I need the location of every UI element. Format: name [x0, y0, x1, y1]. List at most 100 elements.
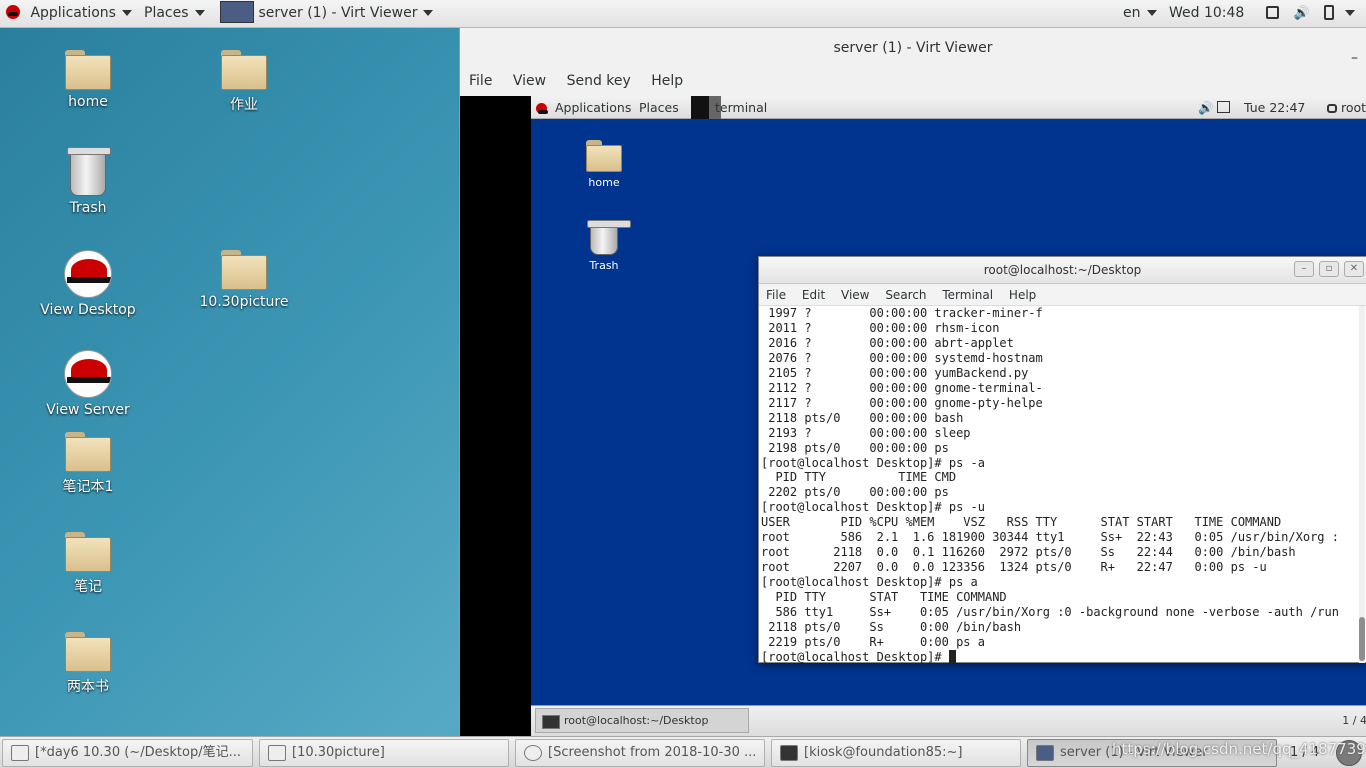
terminal-line: 2202 pts/0 00:00:00 ps	[761, 485, 949, 500]
task-screenshot[interactable]: [Screenshot from 2018-10-30 ...	[515, 739, 765, 767]
language-menu[interactable]: en	[1123, 5, 1157, 21]
desktop-icon-label: 10.30picture	[199, 294, 289, 310]
guest-desktop-icon-home[interactable]: home	[564, 140, 644, 189]
image-viewer-icon	[524, 745, 542, 761]
guest-terminal-menu[interactable]: terminal	[691, 96, 768, 119]
terminal-line: 2011 ? 00:00:00 rhsm-icon	[761, 320, 1000, 335]
applications-label: Applications	[30, 5, 116, 21]
language-label: en	[1123, 5, 1141, 21]
minimize-icon[interactable]: –	[1294, 261, 1314, 277]
desktop-icon-label: 笔记	[74, 579, 102, 595]
virt-viewer-window: server (1) - Virt Viewer – File View Sen…	[459, 28, 1366, 736]
virt-viewer-titlebar[interactable]: server (1) - Virt Viewer –	[460, 28, 1366, 68]
desktop-icon-homework[interactable]: 作业	[184, 50, 304, 114]
guest-user-menu[interactable]: root	[1327, 100, 1366, 115]
chevron-down-icon	[1344, 10, 1355, 16]
terminal-line: [root@localhost Desktop]# ps -a	[761, 455, 985, 470]
scrollbar-thumb[interactable]	[1359, 617, 1365, 661]
guest-workspace-indicator[interactable]: 1 / 4	[1342, 714, 1366, 727]
guest-task-terminal[interactable]: root@localhost:~/Desktop	[535, 708, 749, 733]
menu-view[interactable]: View	[513, 68, 546, 95]
clock[interactable]: Wed 10:48	[1169, 5, 1244, 21]
terminal-line: root 586 2.1 1.6 181900 30344 tty1 Ss+ 2…	[761, 530, 1339, 545]
terminal-line: 2198 pts/0 00:00:00 ps	[761, 440, 949, 455]
places-label: Places	[144, 5, 189, 21]
guest-desktop-icon-label: Trash	[589, 259, 619, 272]
redhat-icon	[64, 350, 112, 398]
desktop-icon-view-desktop[interactable]: View Desktop	[28, 250, 148, 318]
terminal-menu-view[interactable]: View	[841, 284, 869, 306]
terminal-menu-terminal[interactable]: Terminal	[942, 284, 993, 306]
guest-volume-icon[interactable]: 🔊	[1198, 100, 1214, 116]
desktop-icon-home[interactable]: home	[28, 50, 148, 110]
menu-help[interactable]: Help	[651, 68, 683, 95]
task-label: [*day6 10.30 (~/Desktop/笔记...	[35, 745, 241, 760]
terminal-menu-search[interactable]: Search	[885, 284, 926, 306]
terminal-window[interactable]: root@localhost:~/Desktop – ▫ ✕ File Edit…	[758, 256, 1366, 663]
desktop-icon-view-server[interactable]: View Server	[28, 350, 148, 418]
guest-places-menu[interactable]: Places	[639, 100, 679, 115]
terminal-line: [root@localhost Desktop]# ps a	[761, 575, 978, 590]
active-window-menu[interactable]: server (1) - Virt Viewer	[220, 1, 434, 23]
active-window-label: server (1) - Virt Viewer	[258, 5, 418, 21]
virt-viewer-icon	[1036, 745, 1054, 761]
guest-desktop-icon-trash[interactable]: Trash	[564, 220, 644, 272]
guest-letterbox	[460, 96, 531, 736]
terminal-titlebar[interactable]: root@localhost:~/Desktop – ▫ ✕	[759, 257, 1366, 284]
guest-terminal-label: terminal	[715, 100, 768, 115]
task-1030picture[interactable]: [10.30picture]	[259, 739, 509, 767]
task-gedit[interactable]: [*day6 10.30 (~/Desktop/笔记...	[2, 739, 253, 767]
close-icon[interactable]: ✕	[1344, 261, 1364, 277]
user-icon	[1327, 104, 1337, 113]
text-editor-icon	[11, 745, 29, 761]
guest-user-label: root	[1340, 100, 1366, 115]
desktop-icon-notebook1[interactable]: 笔记本1	[28, 432, 148, 496]
chevron-down-icon	[194, 10, 205, 16]
terminal-line: 2112 ? 00:00:00 gnome-terminal-	[761, 380, 1043, 395]
menu-file[interactable]: File	[469, 68, 492, 95]
terminal-output[interactable]: 1997 ? 00:00:00 tracker-miner-f 2011 ? 0…	[759, 306, 1359, 663]
task-label: [kiosk@foundation85:~]	[804, 745, 963, 760]
terminal-line: 2016 ? 00:00:00 abrt-applet	[761, 335, 1014, 350]
menu-send-key[interactable]: Send key	[567, 68, 631, 95]
desktop-icon-label: 笔记本1	[62, 479, 114, 495]
task-terminal[interactable]: [kiosk@foundation85:~]	[771, 739, 1021, 767]
guest-clock-label: Tue 22:47	[1244, 100, 1306, 115]
folder-icon	[65, 532, 111, 572]
terminal-line: 2193 ? 00:00:00 sleep	[761, 425, 971, 440]
guest-desktop-icon-label: home	[588, 176, 620, 189]
terminal-line: root 2207 0.0 0.0 123356 1324 pts/0 R+ 2…	[761, 560, 1267, 575]
terminal-line: PID TTY STAT TIME COMMAND	[761, 590, 1007, 605]
maximize-icon[interactable]: ▫	[1319, 261, 1339, 277]
applications-menu[interactable]: Applications	[6, 5, 132, 21]
terminal-menu-edit[interactable]: Edit	[802, 284, 825, 306]
desktop-icon-1030picture[interactable]: 10.30picture	[184, 250, 304, 310]
guest-applications-label: Applications	[554, 100, 632, 115]
places-menu[interactable]: Places	[144, 5, 205, 21]
terminal-line: USER PID %CPU %MEM VSZ RSS TTY STAT STAR…	[761, 515, 1282, 530]
guest-network-icon[interactable]	[1217, 101, 1230, 113]
terminal-menu-help[interactable]: Help	[1009, 284, 1036, 306]
terminal-line: 2118 pts/0 00:00:00 bash	[761, 410, 964, 425]
desktop-icon-two-books[interactable]: 两本书	[28, 632, 148, 696]
desktop-icon-label: View Desktop	[40, 302, 136, 318]
guest-task-label: root@localhost:~/Desktop	[564, 714, 709, 727]
guest-applications-menu[interactable]: Applications	[536, 100, 631, 115]
desktop-icon-notes[interactable]: 笔记	[28, 532, 148, 596]
guest-clock[interactable]: Tue 22:47	[1244, 100, 1305, 115]
home-folder-icon	[65, 50, 111, 90]
terminal-line: 2219 pts/0 R+ 0:00 ps a	[761, 634, 985, 649]
terminal-line: root 2118 0.0 0.1 116260 2972 pts/0 Ss 2…	[761, 545, 1296, 560]
task-label: [Screenshot from 2018-10-30 ...	[548, 745, 757, 760]
redhat-icon	[64, 250, 112, 298]
folder-icon	[65, 632, 111, 672]
guest-bottom-panel: root@localhost:~/Desktop 1 / 4	[531, 705, 1366, 736]
terminal-scrollbar[interactable]	[1359, 306, 1365, 663]
terminal-menu-file[interactable]: File	[766, 284, 786, 306]
minimize-button[interactable]: –	[1351, 38, 1358, 78]
chevron-down-icon	[423, 10, 434, 16]
system-tray[interactable]: 🔊	[1266, 5, 1355, 21]
desktop-icon-trash[interactable]: Trash	[28, 147, 148, 216]
home-folder-icon	[586, 140, 622, 172]
guest-display[interactable]: Applications Places terminal 🔊 Tue 22:47…	[531, 96, 1366, 736]
